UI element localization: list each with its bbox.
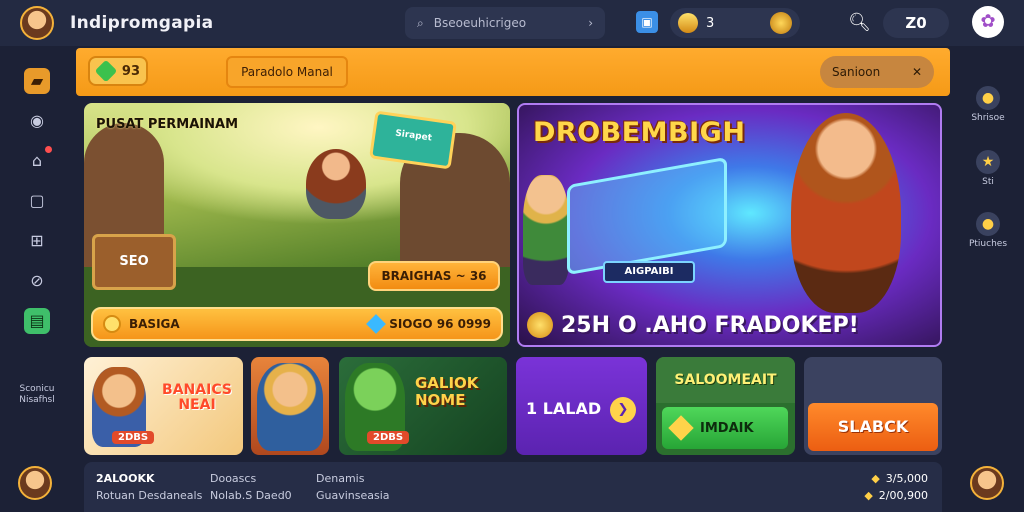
promo-amount: 25H bbox=[561, 312, 611, 338]
coin-icon bbox=[103, 315, 121, 333]
square-icon[interactable]: ▢ bbox=[24, 188, 50, 214]
currency-display[interactable]: 3 bbox=[670, 8, 800, 38]
action-card-play[interactable]: SLABCK bbox=[804, 357, 942, 455]
chat-icon[interactable]: ▤ bbox=[24, 308, 50, 334]
friend-avatar-right[interactable] bbox=[970, 466, 1004, 500]
stat-column-3: Denamis Guavinseasia bbox=[316, 470, 390, 504]
notice-dismiss-pill[interactable]: Sanioon ✕ bbox=[820, 56, 934, 88]
carrot-icon bbox=[678, 13, 698, 33]
green-gem-icon bbox=[94, 59, 118, 83]
store-icon[interactable]: ▣ bbox=[636, 11, 658, 33]
left-sidebar: ▰ ◉ ⌂ ▢ ⊞ ⊘ ▤ Sconicu Nisafhsl bbox=[0, 46, 74, 512]
card-title: PUSAT PERMAINAM bbox=[96, 117, 239, 132]
ticket-icon[interactable]: ▰ bbox=[24, 68, 50, 94]
star-icon bbox=[668, 415, 694, 441]
speech-icon: ● bbox=[976, 86, 1000, 110]
game-card-2[interactable] bbox=[251, 357, 329, 455]
user-avatar[interactable] bbox=[20, 6, 54, 40]
chat-bubble-icon: ● bbox=[976, 212, 1000, 236]
action-label: 1 LALAD bbox=[526, 399, 602, 418]
coin-icon bbox=[527, 312, 553, 338]
game-card-tag: 2DBS bbox=[367, 431, 410, 444]
friend-avatar-left[interactable] bbox=[18, 466, 52, 500]
gem-counter-value: 93 bbox=[121, 63, 140, 79]
hero-character bbox=[306, 149, 366, 219]
promo-headline: O .AHO FRADOKEP! bbox=[618, 312, 859, 338]
notice-tab[interactable]: Paradolo Manal bbox=[226, 56, 348, 88]
play-button[interactable]: SLABCK bbox=[808, 403, 938, 451]
stat-sub: Rotuan Desdaneals bbox=[96, 489, 203, 502]
stat-sub: Nolab.S Daed0 bbox=[210, 489, 292, 502]
total-2: 2/00,900 bbox=[878, 489, 928, 502]
badge-icon[interactable]: ◉ bbox=[24, 108, 50, 134]
card-title: DROBEMBIGH bbox=[533, 117, 746, 148]
notification-dot bbox=[45, 146, 52, 153]
stat-column-1: 2ALOOKK Rotuan Desdaneals bbox=[96, 470, 202, 504]
glowing-chest bbox=[567, 156, 727, 276]
gem-count: 3 bbox=[706, 15, 715, 31]
action-card-load[interactable]: 1 LALAD ❯ bbox=[516, 357, 647, 455]
stat-totals: ◆ 3/5,000 ◆ 2/00,900 bbox=[864, 470, 928, 504]
sidebar-item-label: Shrisoe bbox=[971, 113, 1005, 123]
search-placeholder: Bseoeuhicrigeo bbox=[433, 16, 527, 30]
search-icon[interactable]: 🔍︎ bbox=[848, 12, 871, 33]
mode-button-label: IMDAIK bbox=[700, 420, 754, 436]
sidebar-label: Sconicu Nisafhsl bbox=[19, 384, 55, 405]
arrow-right-icon[interactable]: ❯ bbox=[610, 397, 636, 423]
price-tag: SIOGO 96 0999 bbox=[366, 314, 491, 334]
promo-bottom-text: 25H O .AHO FRADOKEP! bbox=[527, 305, 927, 345]
total-1: 3/5,000 bbox=[885, 472, 928, 485]
chest-label: AIGPAIBI bbox=[603, 261, 695, 283]
reward-pill[interactable]: BRAIGHAS ~ 36 bbox=[368, 261, 500, 291]
sidebar-item-label: Sti bbox=[982, 177, 994, 187]
sidebar-item-share[interactable]: ● Shrisoe bbox=[966, 86, 1010, 123]
sidebar-item-messages[interactable]: ● Ptiuches bbox=[966, 212, 1010, 249]
right-sidebar: ● Shrisoe ★ Sti ● Ptiuches bbox=[952, 46, 1024, 512]
kid-character bbox=[523, 175, 569, 285]
treasure-chest[interactable]: SEO bbox=[92, 234, 176, 290]
compass-icon[interactable]: ⊘ bbox=[24, 268, 50, 294]
chevron-right-icon: › bbox=[588, 16, 593, 30]
stat-sub: Guavinseasia bbox=[316, 489, 390, 502]
game-card-tag: 2DBS bbox=[112, 431, 155, 444]
action-title: SALOOMEAIT bbox=[656, 357, 795, 403]
settings-gear-icon[interactable]: ✿ bbox=[972, 6, 1004, 38]
buy-button-label: BASIGA bbox=[129, 317, 180, 331]
game-card-title: BANAICS NEAI bbox=[162, 382, 232, 413]
home-icon[interactable]: ⌂ bbox=[24, 146, 52, 174]
app-title: Indipromgapia bbox=[70, 13, 214, 33]
search-input[interactable]: ⌕ Bseoeuhicrigeo › bbox=[405, 7, 605, 39]
grid-icon[interactable]: ⊞ bbox=[24, 228, 50, 254]
stat-heading: Dooascs bbox=[210, 472, 257, 485]
notice-right-label: Sanioon bbox=[832, 65, 881, 79]
buy-button[interactable]: BASIGA SIOGO 96 0999 bbox=[91, 307, 503, 341]
gold-icon: ◆ bbox=[871, 472, 880, 485]
gem-counter[interactable]: 93 bbox=[88, 56, 148, 86]
coin-icon bbox=[770, 12, 792, 34]
notice-banner: 93 Paradolo Manal Sanioon ✕ bbox=[76, 48, 950, 96]
hero-character bbox=[791, 113, 901, 313]
score-pill[interactable]: Z0 bbox=[883, 8, 949, 38]
action-card-mode[interactable]: SALOOMEAIT IMDAIK bbox=[656, 357, 795, 455]
sidebar-item-label: Ptiuches bbox=[968, 239, 1008, 249]
search-small-icon: ⌕ bbox=[417, 15, 424, 30]
mode-button[interactable]: IMDAIK bbox=[662, 407, 788, 449]
diamond-icon bbox=[366, 314, 387, 334]
price-value: SIOGO 96 0999 bbox=[389, 317, 491, 331]
featured-card-promo[interactable]: AIGPAIBI DROBEMBIGH 25H O .AHO FRADOKEP! bbox=[517, 103, 942, 347]
gold-icon: ◆ bbox=[864, 489, 873, 502]
game-card-title: GALIOK NOME bbox=[415, 374, 479, 409]
character-portrait bbox=[257, 363, 323, 451]
game-card-3[interactable]: GALIOK NOME 2DBS bbox=[339, 357, 507, 455]
stat-column-2: Dooascs Nolab.S Daed0 bbox=[210, 470, 292, 504]
stat-heading: 2ALOOKK bbox=[96, 472, 155, 485]
game-card-1[interactable]: BANAICS NEAI 2DBS bbox=[84, 357, 243, 455]
top-bar: Indipromgapia ⌕ Bseoeuhicrigeo › ▣ 3 🔍︎ … bbox=[0, 0, 1024, 46]
sidebar-item-star[interactable]: ★ Sti bbox=[966, 150, 1010, 187]
stats-bar: 2ALOOKK Rotuan Desdaneals Dooascs Nolab.… bbox=[84, 462, 942, 512]
star-icon: ★ bbox=[976, 150, 1000, 174]
close-icon[interactable]: ✕ bbox=[912, 65, 922, 79]
stat-heading: Denamis bbox=[316, 472, 365, 485]
